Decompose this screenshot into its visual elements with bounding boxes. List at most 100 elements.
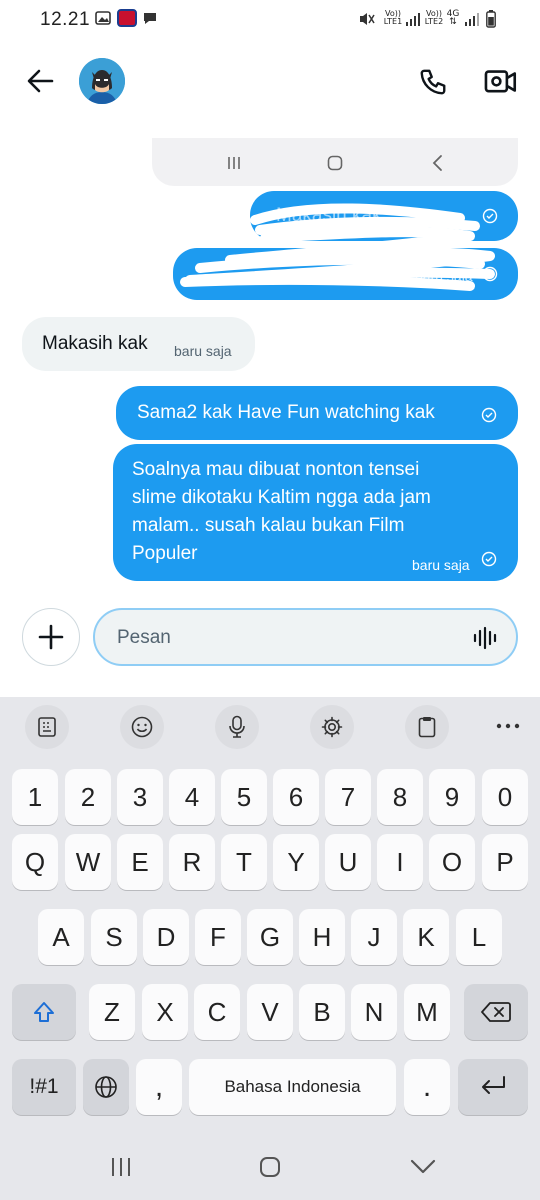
key-b[interactable]: B bbox=[299, 984, 345, 1040]
message-bubble-outgoing[interactable]: Sama2 kak Have Fun watching kak bbox=[116, 386, 518, 440]
plus-icon bbox=[38, 624, 64, 650]
back-icon[interactable] bbox=[431, 154, 443, 172]
key-s[interactable]: S bbox=[91, 909, 137, 965]
key-w[interactable]: W bbox=[65, 834, 111, 890]
backspace-icon bbox=[481, 1002, 511, 1022]
message-text: Makasih kak bbox=[42, 333, 148, 354]
home-icon[interactable] bbox=[327, 155, 343, 171]
status-bar: 12.21 Vo)) LTE1 Vo)) LTE2 4G ⇅ bbox=[0, 0, 540, 40]
chevron-down-icon[interactable] bbox=[410, 1159, 436, 1175]
recent-apps-icon[interactable] bbox=[110, 1157, 132, 1177]
message-time: baru saja bbox=[174, 343, 232, 359]
key-l[interactable]: L bbox=[456, 909, 502, 965]
message-text: Sama2 kak Have Fun watching kak bbox=[137, 402, 435, 423]
key-t[interactable]: T bbox=[221, 834, 267, 890]
keypad-mode-button[interactable] bbox=[25, 705, 69, 749]
key-z[interactable]: Z bbox=[89, 984, 135, 1040]
keypad-icon bbox=[38, 717, 56, 737]
key-i[interactable]: I bbox=[377, 834, 423, 890]
symbols-key[interactable]: !#1 bbox=[12, 1059, 76, 1115]
key-j[interactable]: J bbox=[351, 909, 397, 965]
gallery-icon bbox=[95, 11, 111, 25]
key-0[interactable]: 0 bbox=[482, 769, 528, 825]
key-9[interactable]: 9 bbox=[429, 769, 475, 825]
key-g[interactable]: G bbox=[247, 909, 293, 965]
key-2[interactable]: 2 bbox=[65, 769, 111, 825]
chat-icon bbox=[144, 13, 156, 24]
voice-input-button[interactable] bbox=[215, 705, 259, 749]
key-5[interactable]: 5 bbox=[221, 769, 267, 825]
language-key[interactable] bbox=[83, 1059, 129, 1115]
read-receipt-icon bbox=[481, 551, 497, 567]
key-c[interactable]: C bbox=[194, 984, 240, 1040]
key-7[interactable]: 7 bbox=[325, 769, 371, 825]
key-k[interactable]: K bbox=[403, 909, 449, 965]
emoji-icon bbox=[131, 716, 153, 738]
emoji-button[interactable] bbox=[120, 705, 164, 749]
back-arrow-icon[interactable] bbox=[26, 68, 54, 94]
signal-icon-1 bbox=[406, 13, 420, 26]
gear-icon bbox=[321, 716, 343, 738]
signal-icon-2 bbox=[465, 13, 479, 26]
backspace-key[interactable] bbox=[464, 984, 528, 1040]
clipboard-button[interactable] bbox=[405, 705, 449, 749]
message-composer[interactable] bbox=[93, 608, 518, 666]
comma-key[interactable]: , bbox=[136, 1059, 182, 1115]
message-time: baru saja bbox=[412, 557, 470, 573]
key-6[interactable]: 6 bbox=[273, 769, 319, 825]
key-n[interactable]: N bbox=[351, 984, 397, 1040]
conversation-header bbox=[0, 40, 540, 130]
globe-icon bbox=[95, 1076, 117, 1098]
microphone-icon bbox=[229, 715, 245, 738]
clipboard-icon bbox=[418, 717, 436, 738]
mute-icon bbox=[360, 13, 375, 25]
floating-system-nav bbox=[152, 138, 518, 186]
shift-key[interactable] bbox=[12, 984, 76, 1040]
key-m[interactable]: M bbox=[404, 984, 450, 1040]
avatar[interactable] bbox=[79, 58, 125, 104]
keyboard-settings-button[interactable] bbox=[310, 705, 354, 749]
key-1[interactable]: 1 bbox=[12, 769, 58, 825]
message-bubble-incoming[interactable]: Makasih kak baru saja bbox=[22, 317, 255, 371]
add-attachment-button[interactable] bbox=[22, 608, 80, 666]
message-input[interactable] bbox=[117, 624, 447, 652]
key-a[interactable]: A bbox=[38, 909, 84, 965]
key-y[interactable]: Y bbox=[273, 834, 319, 890]
batman-avatar-icon bbox=[79, 58, 125, 104]
system-navigation-bar bbox=[0, 1135, 540, 1200]
enter-key[interactable] bbox=[458, 1059, 528, 1115]
key-r[interactable]: R bbox=[169, 834, 215, 890]
period-key[interactable]: . bbox=[404, 1059, 450, 1115]
home-icon[interactable] bbox=[259, 1156, 281, 1178]
data-arrows-icon: ⇅ bbox=[449, 17, 457, 27]
keyboard-toolbar bbox=[0, 697, 540, 755]
key-3[interactable]: 3 bbox=[117, 769, 163, 825]
key-8[interactable]: 8 bbox=[377, 769, 423, 825]
video-call-icon[interactable] bbox=[484, 67, 518, 97]
key-x[interactable]: X bbox=[142, 984, 188, 1040]
key-u[interactable]: U bbox=[325, 834, 371, 890]
key-o[interactable]: O bbox=[429, 834, 475, 890]
key-f[interactable]: F bbox=[195, 909, 241, 965]
key-4[interactable]: 4 bbox=[169, 769, 215, 825]
more-options-icon[interactable] bbox=[496, 723, 520, 729]
key-p[interactable]: P bbox=[482, 834, 528, 890]
key-h[interactable]: H bbox=[299, 909, 345, 965]
battery-icon bbox=[486, 10, 496, 28]
message-bubble-outgoing[interactable]: Soalnya mau dibuat nonton tensei slime d… bbox=[113, 444, 518, 581]
sim1-label: LTE1 bbox=[383, 17, 403, 26]
shift-icon bbox=[34, 1002, 54, 1022]
voice-message-icon[interactable] bbox=[472, 626, 498, 650]
redaction-scribble bbox=[180, 203, 495, 291]
key-d[interactable]: D bbox=[143, 909, 189, 965]
phone-call-icon[interactable] bbox=[418, 67, 448, 97]
app-notification-icon bbox=[117, 9, 137, 27]
key-e[interactable]: E bbox=[117, 834, 163, 890]
on-screen-keyboard: 1 2 3 4 5 6 7 8 9 0 Q W E R T Y U I O P … bbox=[0, 697, 540, 1200]
space-key[interactable]: Bahasa Indonesia bbox=[189, 1059, 396, 1115]
recent-apps-icon[interactable] bbox=[226, 155, 242, 171]
read-receipt-icon bbox=[481, 407, 497, 423]
key-q[interactable]: Q bbox=[12, 834, 58, 890]
key-v[interactable]: V bbox=[247, 984, 293, 1040]
sim2-label: LTE2 bbox=[424, 17, 444, 26]
